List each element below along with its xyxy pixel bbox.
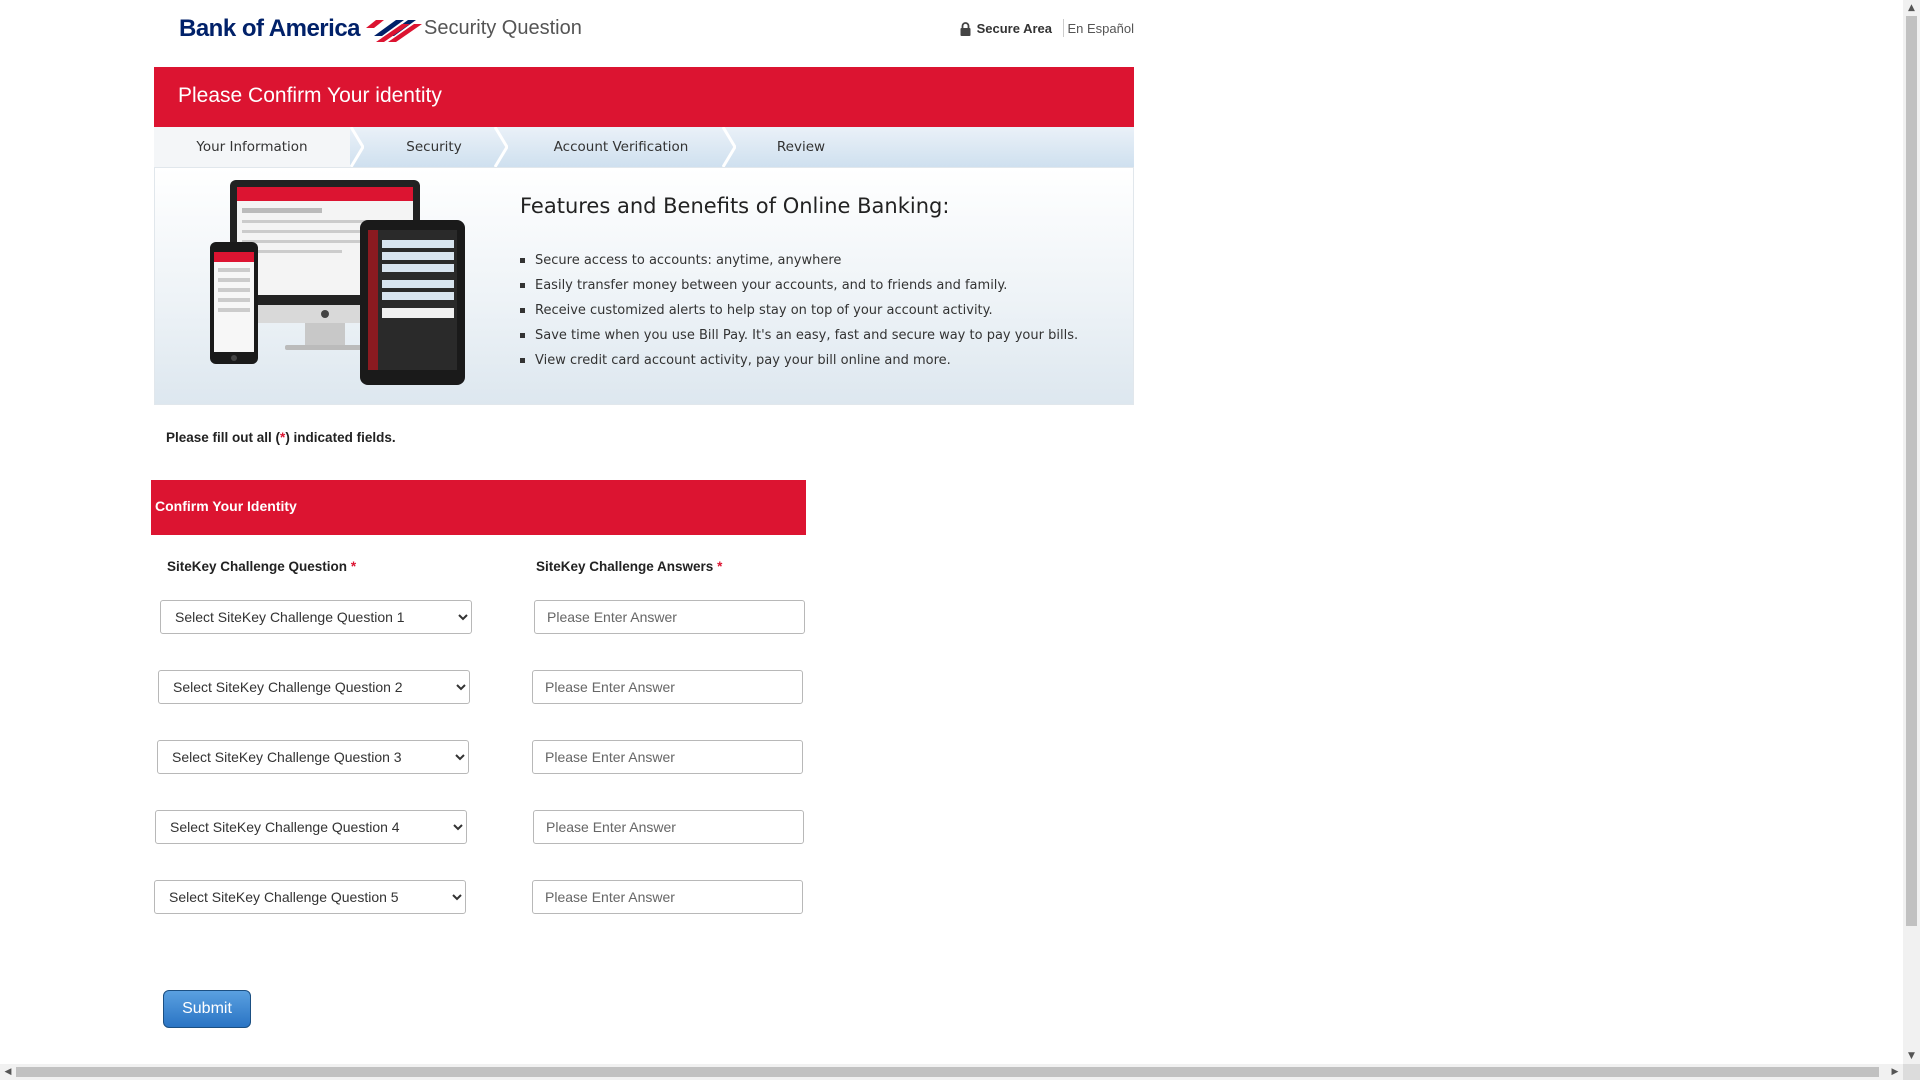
- list-item: View credit card account activity, pay y…: [519, 348, 1078, 373]
- challenge-answer-1-input[interactable]: [534, 600, 805, 634]
- challenge-answer-2-input[interactable]: [532, 670, 803, 704]
- challenge-question-4-select[interactable]: Select SiteKey Challenge Question 4: [155, 810, 467, 844]
- challenge-answer-4-input[interactable]: [533, 810, 804, 844]
- challenge-question-3-select[interactable]: Select SiteKey Challenge Question 3: [157, 740, 469, 774]
- step-security[interactable]: Security: [364, 127, 504, 167]
- divider: [1063, 19, 1064, 37]
- flag-logo-icon: [366, 20, 423, 42]
- scroll-down-icon[interactable]: ▼: [1903, 1048, 1920, 1064]
- vertical-scrollbar[interactable]: ▲ ▼: [1903, 0, 1920, 1064]
- step-account-verification[interactable]: Account Verification: [508, 127, 734, 167]
- spanish-language-link[interactable]: En Español: [1068, 21, 1135, 36]
- step-label: Account Verification: [553, 139, 689, 155]
- step-separator-icon: [494, 127, 508, 167]
- label-text: SiteKey Challenge Answers: [536, 559, 714, 574]
- challenge-question-5-select[interactable]: Select SiteKey Challenge Question 5: [154, 880, 466, 914]
- bank-logo[interactable]: Bank of America: [179, 14, 423, 44]
- required-star: *: [350, 559, 357, 574]
- scroll-up-icon[interactable]: ▲: [1903, 0, 1920, 16]
- label-text: SiteKey Challenge Question: [167, 559, 348, 574]
- horizontal-scrollbar[interactable]: ◀ ▶: [0, 1064, 1903, 1080]
- list-item: Secure access to accounts: anytime, anyw…: [519, 248, 1078, 273]
- challenge-answer-3-input[interactable]: [532, 740, 803, 774]
- challenge-question-1-select[interactable]: Select SiteKey Challenge Question 1: [160, 600, 472, 634]
- devices-illustration: [210, 180, 465, 385]
- step-label: Review: [776, 139, 826, 155]
- step-your-information[interactable]: Your Information: [154, 127, 350, 167]
- list-item: Easily transfer money between your accou…: [519, 273, 1078, 298]
- secure-area-label: Secure Area: [976, 21, 1052, 36]
- submit-button[interactable]: Submit: [163, 990, 251, 1028]
- list-item: Save time when you use Bill Pay. It's an…: [519, 323, 1078, 348]
- answer-column-label: SiteKey Challenge Answers *: [536, 559, 722, 574]
- features-heading: Features and Benefits of Online Banking:: [520, 194, 950, 218]
- scroll-right-icon[interactable]: ▶: [1887, 1064, 1903, 1080]
- title-bar: Please Confirm Your identity: [154, 67, 1134, 127]
- lock-icon: [960, 21, 971, 36]
- step-review[interactable]: Review: [736, 127, 866, 167]
- step-separator-icon: [350, 127, 364, 167]
- question-column-label: SiteKey Challenge Question *: [167, 559, 356, 574]
- scrollbar-corner: [1903, 1064, 1920, 1080]
- page-title: Please Confirm Your identity: [178, 84, 442, 107]
- list-item: Receive customized alerts to help stay o…: [519, 298, 1078, 323]
- step-label: Security: [406, 139, 462, 155]
- secure-area: Secure Area: [960, 21, 1052, 36]
- confirm-identity-header: Confirm Your Identity: [151, 480, 806, 535]
- note-text: Please fill out all (: [166, 430, 281, 445]
- required-fields-note: Please fill out all (*) indicated fields…: [166, 430, 396, 445]
- section-title: Confirm Your Identity: [155, 498, 297, 514]
- features-list: Secure access to accounts: anytime, anyw…: [519, 248, 1078, 373]
- scrollbar-thumb[interactable]: [16, 1067, 1879, 1077]
- progress-steps: Your Information Security Account Verifi…: [154, 127, 1134, 168]
- header: Bank of America Security Question Secure…: [154, 0, 1134, 66]
- features-panel: Features and Benefits of Online Banking:…: [154, 167, 1134, 405]
- step-label: Your Information: [196, 139, 308, 155]
- logo-text: Bank of America: [179, 15, 361, 42]
- challenge-question-2-select[interactable]: Select SiteKey Challenge Question 2: [158, 670, 470, 704]
- step-separator-icon: [722, 127, 736, 167]
- challenge-answer-5-input[interactable]: [532, 880, 803, 914]
- scrollbar-thumb[interactable]: [1906, 16, 1917, 926]
- page-name: Security Question: [424, 17, 582, 39]
- note-text: ) indicated fields.: [285, 430, 396, 445]
- required-star: *: [717, 559, 723, 574]
- scroll-left-icon[interactable]: ◀: [0, 1064, 16, 1080]
